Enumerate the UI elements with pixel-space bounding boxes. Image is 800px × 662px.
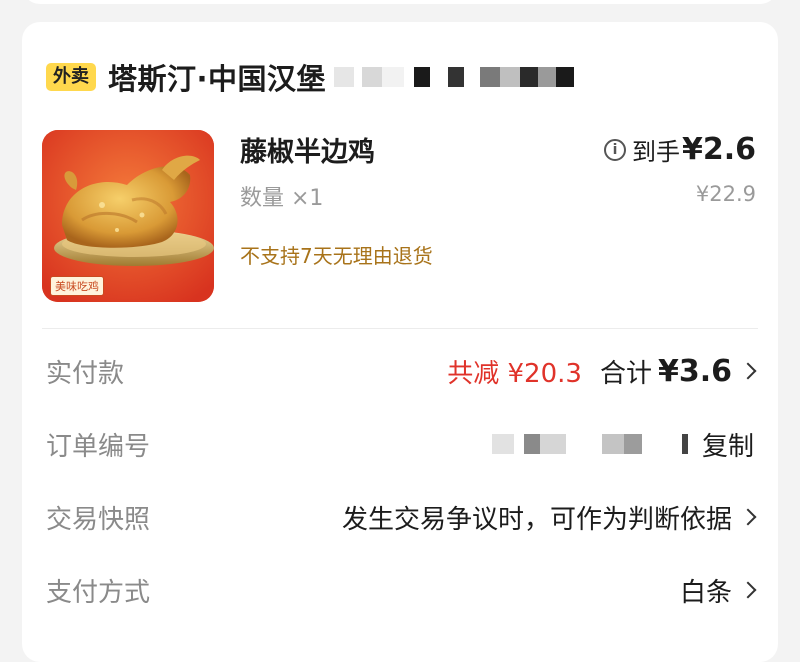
- final-price-amount: ¥2.6: [681, 132, 756, 167]
- return-policy: 不支持7天无理由退货: [240, 244, 433, 268]
- pay-method-label: 支付方式: [46, 577, 151, 608]
- divider: [42, 328, 758, 329]
- previous-card: [22, 0, 778, 4]
- info-icon[interactable]: i: [603, 138, 626, 161]
- chevron-right-icon[interactable]: [739, 508, 757, 526]
- total-amount: ¥3.6: [657, 353, 732, 389]
- store-header[interactable]: 外卖 塔斯汀·中国汉堡: [46, 56, 575, 98]
- snapshot-row[interactable]: 交易快照 发生交易争议时，可作为判断依据: [46, 495, 757, 539]
- store-name[interactable]: 塔斯汀·中国汉堡: [108, 56, 326, 98]
- pay-method-row[interactable]: 支付方式 白条: [46, 568, 757, 612]
- redacted-order-number: [491, 434, 688, 454]
- payment-row[interactable]: 实付款 共减 ¥20.3 合计 ¥3.6: [46, 349, 757, 393]
- original-price: ¥22.9: [695, 182, 756, 206]
- order-number-row: 订单编号 复制: [46, 422, 754, 466]
- chevron-right-icon[interactable]: [739, 581, 757, 599]
- chevron-right-icon[interactable]: [739, 362, 757, 380]
- final-price[interactable]: i 到手 ¥2.6: [603, 132, 756, 167]
- pay-method-value: 白条: [679, 577, 732, 608]
- redacted-store-suffix: [334, 67, 575, 87]
- copy-button[interactable]: 复制: [702, 426, 754, 463]
- product-name[interactable]: 藤椒半边鸡: [240, 130, 375, 169]
- delivery-tag: 外卖: [46, 63, 96, 91]
- product-quantity: 数量 ×1: [240, 186, 324, 211]
- product-image[interactable]: 美味吃鸡: [42, 130, 214, 302]
- order-card: 外卖 塔斯汀·中国汉堡 美味吃鸡 藤椒半边鸡 数量 ×1 不支持7天无理由退货 …: [22, 22, 778, 662]
- snapshot-value: 发生交易争议时，可作为判断依据: [341, 504, 732, 535]
- order-number-label: 订单编号: [46, 431, 151, 462]
- image-badge: 美味吃鸡: [50, 276, 104, 296]
- total-label: 合计: [599, 358, 652, 389]
- discount-amount: 共减 ¥20.3: [447, 358, 582, 389]
- payment-label: 实付款: [46, 358, 125, 389]
- snapshot-label: 交易快照: [46, 504, 151, 535]
- final-price-label: 到手: [631, 138, 680, 166]
